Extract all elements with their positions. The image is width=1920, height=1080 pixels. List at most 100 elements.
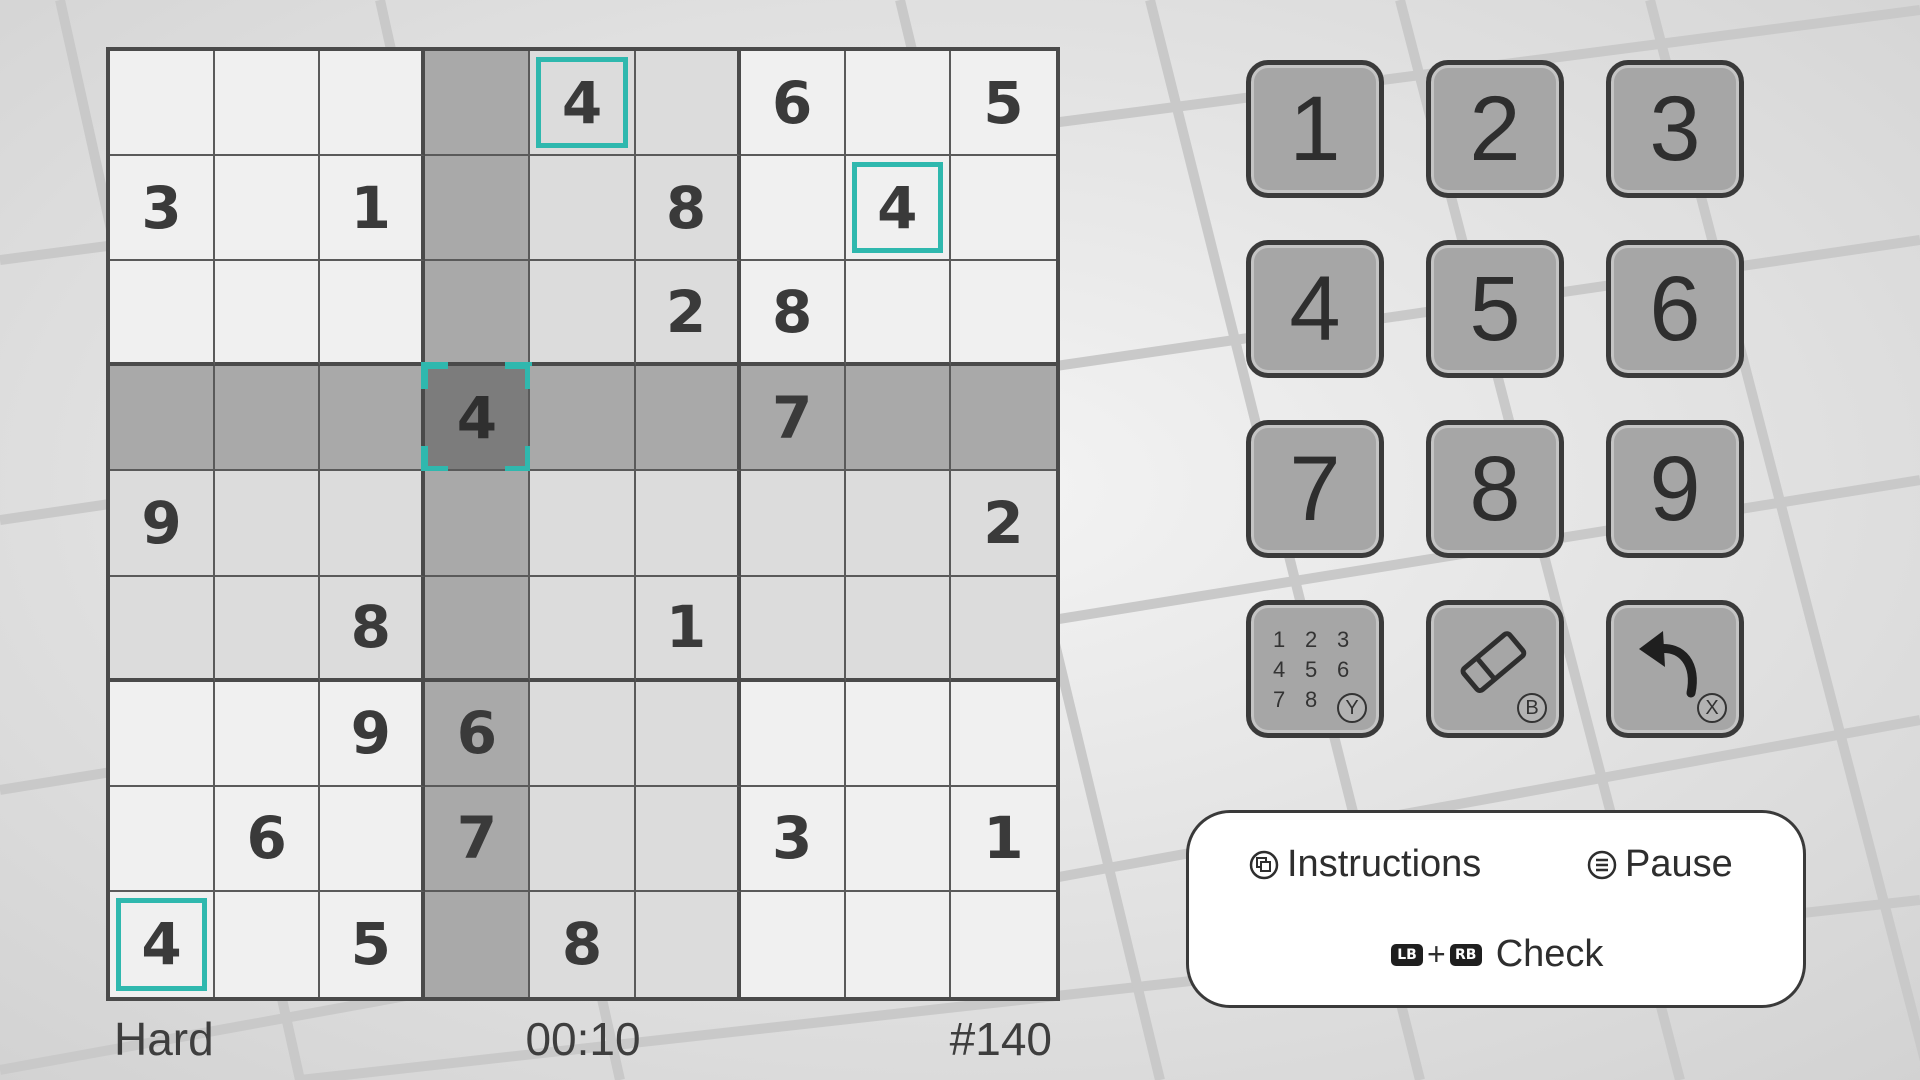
- sudoku-cell-r4c9[interactable]: [950, 366, 1056, 472]
- sudoku-cell-r2c6[interactable]: 8: [635, 156, 741, 262]
- sudoku-cell-r4c5[interactable]: [530, 366, 636, 472]
- sudoku-cell-r6c7[interactable]: [740, 576, 846, 682]
- sudoku-cell-r2c2[interactable]: [215, 156, 321, 262]
- sudoku-cell-r8c6[interactable]: [635, 786, 741, 892]
- sudoku-cell-r7c4[interactable]: 6: [425, 681, 531, 787]
- sudoku-cell-r7c5[interactable]: [530, 681, 636, 787]
- sudoku-cell-r9c6[interactable]: [635, 891, 741, 997]
- sudoku-cell-r2c3[interactable]: 1: [320, 156, 426, 262]
- sudoku-cell-r9c7[interactable]: [740, 891, 846, 997]
- sudoku-cell-r5c4[interactable]: [425, 471, 531, 577]
- notes-button[interactable]: 1 2 3 4 5 6 7 8 Y: [1246, 600, 1384, 738]
- sudoku-cell-r3c6[interactable]: 2: [635, 261, 741, 367]
- selection-corner: [421, 362, 449, 390]
- sudoku-cell-r6c5[interactable]: [530, 576, 636, 682]
- sudoku-cell-r5c1[interactable]: 9: [110, 471, 216, 577]
- sudoku-cell-r6c6[interactable]: 1: [635, 576, 741, 682]
- digit-button-2[interactable]: 2: [1426, 60, 1564, 198]
- sudoku-cell-r6c2[interactable]: [215, 576, 321, 682]
- sudoku-cell-r7c1[interactable]: [110, 681, 216, 787]
- sudoku-cell-r2c9[interactable]: [950, 156, 1056, 262]
- sudoku-cell-r4c4[interactable]: 4: [421, 362, 533, 474]
- sudoku-cell-r9c3[interactable]: 5: [320, 891, 426, 997]
- sudoku-cell-r4c8[interactable]: [845, 366, 951, 472]
- pause-control[interactable]: Pause: [1587, 843, 1733, 886]
- digit-button-1[interactable]: 1: [1246, 60, 1384, 198]
- sudoku-cell-r3c3[interactable]: [320, 261, 426, 367]
- digit-button-4[interactable]: 4: [1246, 240, 1384, 378]
- sudoku-cell-r9c1[interactable]: 4: [110, 891, 216, 997]
- sudoku-cell-r5c9[interactable]: 2: [950, 471, 1056, 577]
- sudoku-cell-r1c5[interactable]: 4: [530, 51, 636, 157]
- sudoku-cell-r1c4[interactable]: [425, 51, 531, 157]
- sudoku-cell-r8c7[interactable]: 3: [740, 786, 846, 892]
- sudoku-cell-r2c5[interactable]: [530, 156, 636, 262]
- sudoku-cell-r2c8[interactable]: 4: [845, 156, 951, 262]
- sudoku-cell-r9c9[interactable]: [950, 891, 1056, 997]
- sudoku-cell-r4c2[interactable]: [215, 366, 321, 472]
- sudoku-cell-r8c4[interactable]: 7: [425, 786, 531, 892]
- sudoku-cell-r6c8[interactable]: [845, 576, 951, 682]
- sudoku-cell-r1c8[interactable]: [845, 51, 951, 157]
- sudoku-cell-r8c8[interactable]: [845, 786, 951, 892]
- sudoku-cell-r3c2[interactable]: [215, 261, 321, 367]
- sudoku-cell-r3c9[interactable]: [950, 261, 1056, 367]
- digit-button-9[interactable]: 9: [1606, 420, 1744, 558]
- sudoku-cell-r9c5[interactable]: 8: [530, 891, 636, 997]
- sudoku-cell-r8c3[interactable]: [320, 786, 426, 892]
- sudoku-cell-r7c7[interactable]: [740, 681, 846, 787]
- sudoku-cell-r3c1[interactable]: [110, 261, 216, 367]
- sudoku-cell-r2c1[interactable]: 3: [110, 156, 216, 262]
- sudoku-cell-r9c8[interactable]: [845, 891, 951, 997]
- sudoku-cell-r1c3[interactable]: [320, 51, 426, 157]
- digit-button-8[interactable]: 8: [1426, 420, 1564, 558]
- sudoku-cell-r8c2[interactable]: 6: [215, 786, 321, 892]
- sudoku-cell-r6c3[interactable]: 8: [320, 576, 426, 682]
- sudoku-cell-r3c4[interactable]: [425, 261, 531, 367]
- undo-button[interactable]: X: [1606, 600, 1744, 738]
- cell-value: 4: [877, 173, 918, 242]
- sudoku-cell-r9c4[interactable]: [425, 891, 531, 997]
- sudoku-cell-r4c1[interactable]: [110, 366, 216, 472]
- plus-sign: +: [1427, 936, 1446, 972]
- sudoku-cell-r5c2[interactable]: [215, 471, 321, 577]
- check-control[interactable]: LB + RB Check: [1391, 933, 1603, 976]
- sudoku-cell-r4c7[interactable]: 7: [740, 366, 846, 472]
- cell-value: 5: [983, 68, 1024, 137]
- sudoku-cell-r5c7[interactable]: [740, 471, 846, 577]
- sudoku-cell-r8c1[interactable]: [110, 786, 216, 892]
- sudoku-cell-r1c1[interactable]: [110, 51, 216, 157]
- sudoku-cell-r7c8[interactable]: [845, 681, 951, 787]
- sudoku-cell-r3c8[interactable]: [845, 261, 951, 367]
- sudoku-cell-r4c3[interactable]: [320, 366, 426, 472]
- sudoku-cell-r4c6[interactable]: [635, 366, 741, 472]
- sudoku-cell-r3c7[interactable]: 8: [740, 261, 846, 367]
- digit-button-3[interactable]: 3: [1606, 60, 1744, 198]
- sudoku-cell-r7c6[interactable]: [635, 681, 741, 787]
- sudoku-cell-r7c9[interactable]: [950, 681, 1056, 787]
- sudoku-cell-r5c6[interactable]: [635, 471, 741, 577]
- sudoku-cell-r1c7[interactable]: 6: [740, 51, 846, 157]
- sudoku-cell-r3c5[interactable]: [530, 261, 636, 367]
- sudoku-cell-r1c2[interactable]: [215, 51, 321, 157]
- sudoku-cell-r5c5[interactable]: [530, 471, 636, 577]
- sudoku-cell-r6c4[interactable]: [425, 576, 531, 682]
- digit-button-5[interactable]: 5: [1426, 240, 1564, 378]
- sudoku-cell-r8c9[interactable]: 1: [950, 786, 1056, 892]
- digit-button-6[interactable]: 6: [1606, 240, 1744, 378]
- sudoku-cell-r9c2[interactable]: [215, 891, 321, 997]
- instructions-control[interactable]: Instructions: [1249, 843, 1481, 886]
- sudoku-cell-r6c9[interactable]: [950, 576, 1056, 682]
- sudoku-cell-r7c2[interactable]: [215, 681, 321, 787]
- sudoku-cell-r6c1[interactable]: [110, 576, 216, 682]
- sudoku-cell-r5c3[interactable]: [320, 471, 426, 577]
- sudoku-cell-r1c9[interactable]: 5: [950, 51, 1056, 157]
- sudoku-cell-r2c7[interactable]: [740, 156, 846, 262]
- digit-button-7[interactable]: 7: [1246, 420, 1384, 558]
- sudoku-cell-r2c4[interactable]: [425, 156, 531, 262]
- sudoku-cell-r8c5[interactable]: [530, 786, 636, 892]
- sudoku-cell-r1c6[interactable]: [635, 51, 741, 157]
- erase-button[interactable]: B: [1426, 600, 1564, 738]
- sudoku-cell-r7c3[interactable]: 9: [320, 681, 426, 787]
- sudoku-cell-r5c8[interactable]: [845, 471, 951, 577]
